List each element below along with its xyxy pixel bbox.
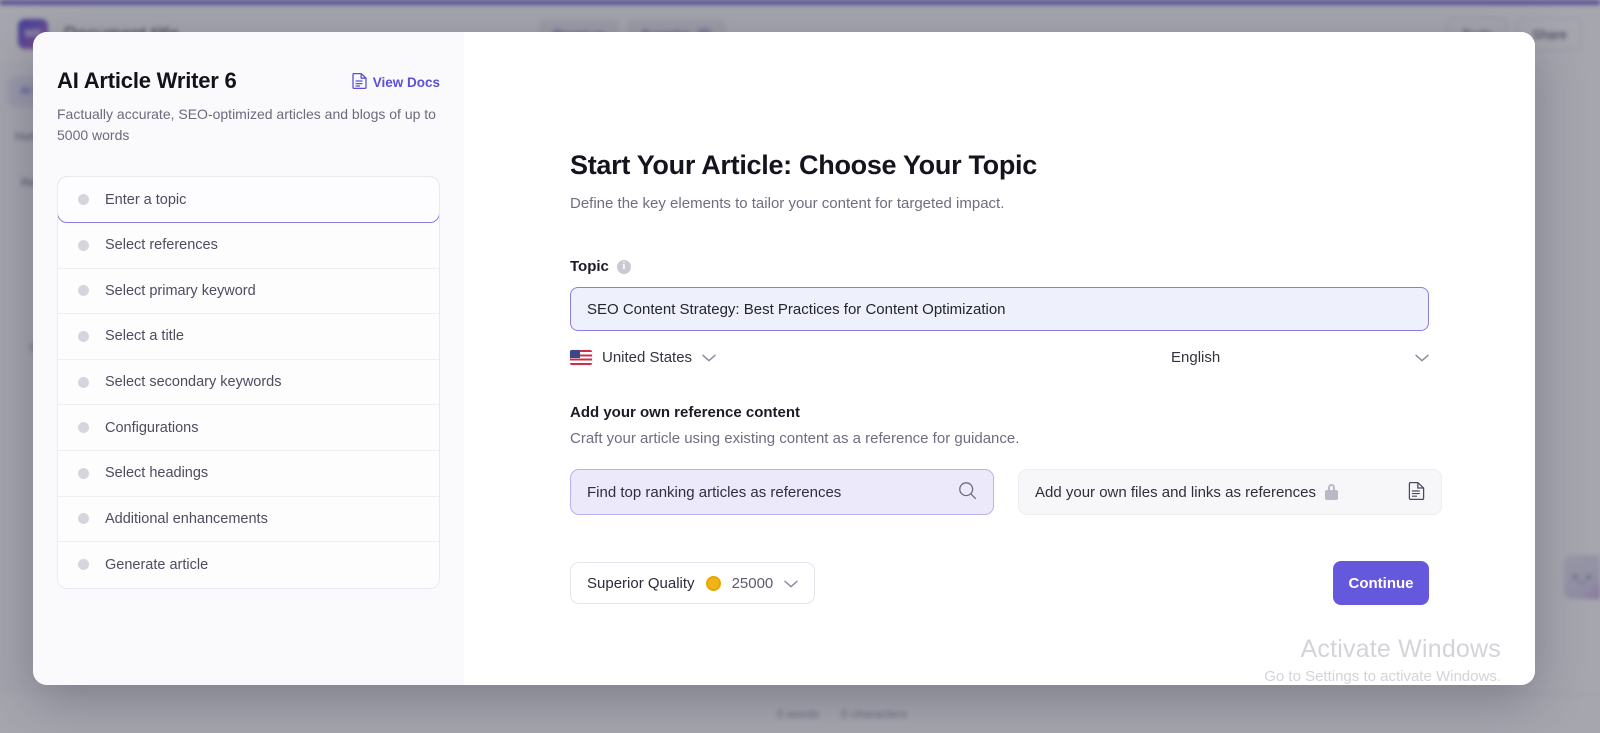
country-value: United States (602, 349, 693, 366)
topic-input[interactable] (570, 287, 1429, 331)
ref-upload-label-wrap: Add your own files and links as referenc… (1035, 484, 1338, 501)
content-subheading: Define the key elements to tailor your c… (570, 195, 1005, 212)
sidebar-item-additional-enhancements[interactable]: Additional enhancements (58, 497, 439, 543)
file-document-icon (1408, 481, 1425, 504)
step-status-dot (78, 422, 89, 434)
sidebar-item-generate-article[interactable]: Generate article (58, 542, 439, 588)
windows-activation-watermark: Activate Windows Go to Settings to activ… (1264, 635, 1501, 685)
language-dropdown[interactable]: English (1171, 349, 1429, 366)
step-status-dot (78, 194, 89, 205)
sidebar-item-configurations[interactable]: Configurations (58, 405, 439, 451)
modal-footer: Superior Quality 25000 Continue (570, 561, 1429, 605)
sidebar-item-select-headings[interactable]: Select headings (58, 451, 439, 497)
step-status-dot (78, 513, 89, 525)
step-status-dot (78, 467, 89, 479)
language-value: English (1171, 349, 1221, 366)
ref-search-label: Find top ranking articles as references (587, 483, 842, 501)
step-label: Select references (105, 237, 218, 254)
find-top-ranking-articles-button[interactable]: Find top ranking articles as references (570, 469, 994, 515)
us-flag-icon (570, 350, 592, 365)
watermark-subtitle: Go to Settings to activate Windows. (1264, 668, 1501, 685)
topic-label: Topic (570, 258, 609, 275)
step-label: Select primary keyword (105, 282, 256, 299)
add-own-files-button[interactable]: Add your own files and links as referenc… (1018, 469, 1442, 515)
continue-button[interactable]: Continue (1333, 561, 1429, 605)
locale-row: United States English (570, 349, 1429, 366)
lock-icon (1324, 484, 1338, 500)
view-docs-label: View Docs (372, 74, 440, 90)
country-dropdown[interactable]: United States (570, 349, 716, 366)
step-label: Configurations (105, 419, 199, 436)
chevron-down-icon (1415, 349, 1429, 366)
topic-label-row: Topic i (570, 258, 1463, 275)
step-label: Select secondary keywords (105, 374, 282, 391)
view-docs-link[interactable]: View Docs (352, 72, 440, 92)
sidebar-item-select-primary-keyword[interactable]: Select primary keyword (58, 269, 439, 315)
sidebar-item-select-a-title[interactable]: Select a title (58, 314, 439, 360)
sidebar-subtitle: Factually accurate, SEO-optimized articl… (57, 106, 436, 143)
document-icon (352, 72, 367, 92)
credit-coin-icon (705, 575, 721, 591)
step-status-dot (78, 376, 89, 388)
ai-article-writer-modal: AI Article Writer 6 View Docs Factually … (33, 32, 1535, 685)
sidebar-item-enter-a-topic[interactable]: Enter a topic (58, 176, 439, 223)
chevron-down-icon (784, 575, 798, 592)
quality-label: Superior Quality (587, 574, 695, 592)
step-status-dot (78, 239, 89, 251)
info-icon[interactable]: i (616, 259, 631, 274)
search-icon (958, 481, 977, 504)
step-status-dot (78, 330, 89, 342)
reference-subheading: Craft your article using existing conten… (570, 430, 1020, 447)
sidebar-header: AI Article Writer 6 View Docs (57, 68, 440, 94)
step-label: Generate article (105, 556, 209, 573)
ref-upload-label: Add your own files and links as referenc… (1035, 483, 1316, 501)
sidebar-item-select-secondary-keywords[interactable]: Select secondary keywords (58, 360, 439, 406)
step-label: Additional enhancements (105, 510, 268, 527)
step-status-dot (78, 559, 89, 571)
ref-search-label-wrap: Find top ranking articles as references (587, 484, 841, 501)
wizard-step-list: Enter a topic Select references Select p… (57, 176, 440, 589)
wizard-content-panel: Start Your Article: Choose Your Topic De… (464, 32, 1535, 685)
step-label: Enter a topic (105, 191, 187, 208)
sidebar-item-select-references[interactable]: Select references (58, 223, 439, 269)
reference-heading: Add your own reference content (570, 404, 801, 421)
wizard-sidebar: AI Article Writer 6 View Docs Factually … (33, 32, 464, 685)
content-heading: Start Your Article: Choose Your Topic (570, 150, 1037, 180)
step-label: Select headings (105, 465, 209, 482)
watermark-title: Activate Windows (1300, 635, 1501, 663)
step-status-dot (78, 285, 89, 297)
quality-dropdown[interactable]: Superior Quality 25000 (570, 562, 816, 604)
step-label: Select a title (105, 328, 184, 345)
quality-credits: 25000 (731, 574, 774, 592)
reference-options: Find top ranking articles as references … (570, 469, 1463, 515)
chevron-down-icon (702, 349, 716, 366)
page-title: AI Article Writer 6 (57, 68, 237, 93)
